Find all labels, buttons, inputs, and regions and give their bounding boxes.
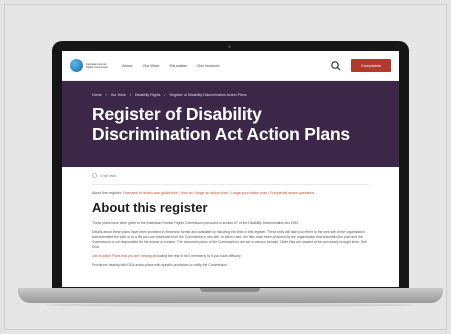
site-logo[interactable]: Australian Human Rights Commission — [70, 59, 110, 72]
breadcrumb-home[interactable]: Home — [92, 93, 102, 97]
about-links: About this register: Overview of action … — [92, 191, 369, 196]
page-hero: Home / Our Work / Disability Rights / Re… — [62, 81, 399, 167]
paragraph-with-link: List of action Plans that you are viewin… — [92, 254, 369, 259]
search-icon[interactable] — [329, 59, 343, 73]
paragraph: Details about these plans have been prov… — [92, 230, 367, 249]
nav-item-about[interactable]: About — [122, 63, 132, 68]
laptop-bezel: Australian Human Rights Commission About… — [52, 41, 409, 289]
nav-item-education[interactable]: Education — [170, 63, 188, 68]
laptop-base — [18, 288, 443, 303]
site-header: Australian Human Rights Commission About… — [62, 51, 399, 81]
action-plans-link[interactable]: List of action Plans that you are viewin… — [92, 254, 152, 258]
paragraph: These plans have been given to the Austr… — [92, 221, 300, 225]
image-frame: Australian Human Rights Commission About… — [4, 4, 447, 330]
section-title: About this register — [92, 200, 208, 215]
read-time: 4 min read — [100, 173, 117, 178]
webcam — [228, 45, 231, 48]
meta-row: 4 min read — [92, 173, 369, 178]
laptop-notch — [200, 288, 260, 292]
paragraph: Provisions dealing with DDA action plans… — [92, 263, 230, 267]
breadcrumb: Home / Our Work / Disability Rights / Re… — [92, 93, 369, 97]
divider — [92, 184, 369, 185]
breadcrumb-separator: / — [105, 93, 107, 97]
logo-text: Australian Human Rights Commission — [86, 62, 109, 69]
about-link[interactable]: Overview of action plan guidelines / How… — [123, 191, 314, 195]
complaints-button[interactable]: Complaints — [350, 59, 391, 72]
laptop-screen: Australian Human Rights Commission About… — [62, 51, 399, 287]
breadcrumb-our-work[interactable]: Our Work — [111, 93, 126, 97]
clock-icon — [92, 173, 97, 178]
laptop-shadow — [45, 303, 416, 307]
breadcrumb-current: Register of Disability Discrimination Ac… — [169, 93, 247, 97]
page-title: Register of Disability Discrimination Ac… — [92, 104, 350, 144]
paragraph-text: (including the rest of its 0 members) to… — [151, 254, 241, 258]
main-nav: About Our Work Education Get involved — [122, 63, 230, 68]
breadcrumb-disability-rights[interactable]: Disability Rights — [135, 93, 161, 97]
logo-icon — [70, 59, 83, 72]
nav-item-get-involved[interactable]: Get involved — [197, 63, 219, 68]
breadcrumb-separator: / — [164, 93, 166, 97]
breadcrumb-separator: / — [129, 93, 131, 97]
nav-item-our-work[interactable]: Our Work — [142, 63, 159, 68]
about-label: About this register: — [92, 191, 122, 195]
main-content: 4 min read About this register: Overview… — [62, 167, 399, 268]
